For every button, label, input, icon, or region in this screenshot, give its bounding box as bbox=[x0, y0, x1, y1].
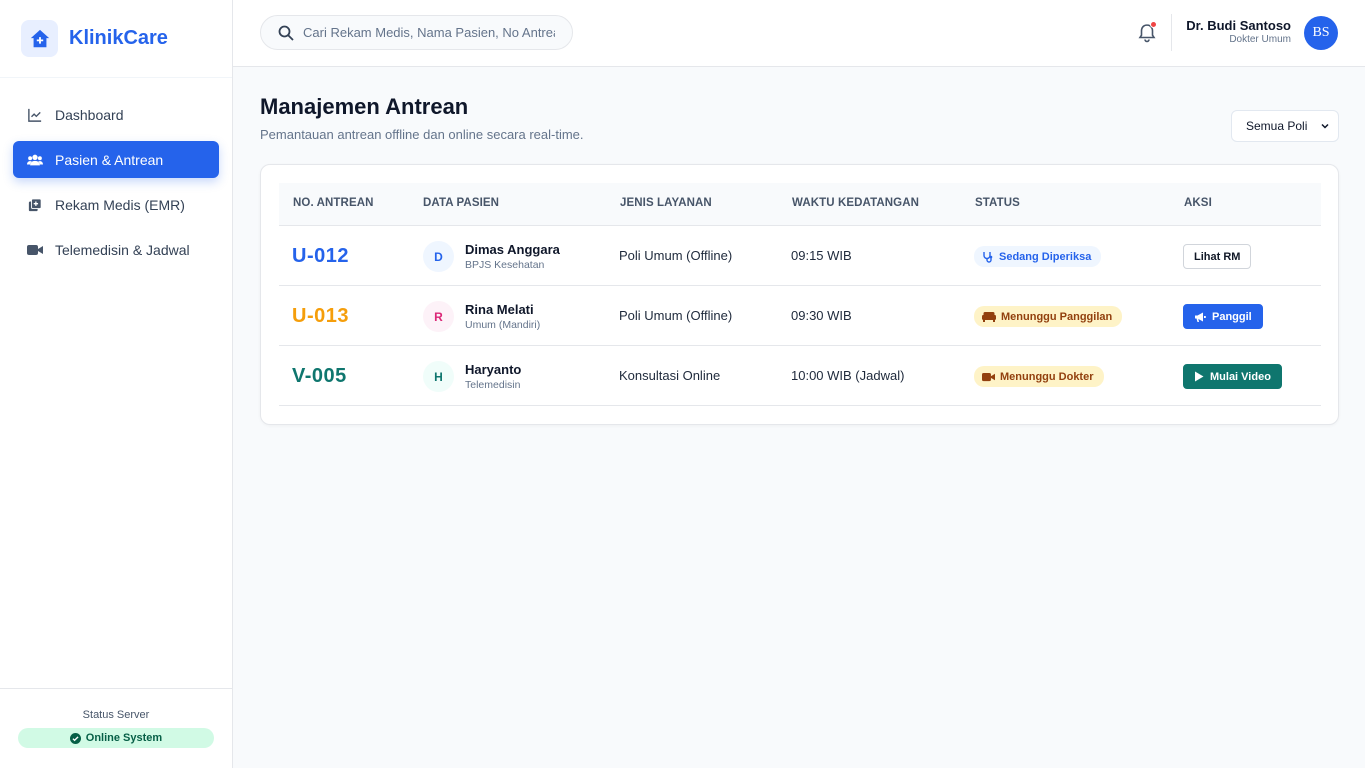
brand[interactable]: KlinikCare bbox=[0, 0, 232, 78]
queue-number: U-012 bbox=[292, 245, 349, 267]
mulai-video-button[interactable]: Mulai Video bbox=[1183, 364, 1282, 389]
sidebar-item-rekam-medis[interactable]: Rekam Medis (EMR) bbox=[13, 186, 219, 223]
video-camera-icon bbox=[982, 372, 995, 381]
arrival-time: 10:00 WIB (Jadwal) bbox=[791, 368, 905, 383]
top-header: Dr. Budi Santoso Dokter Umum BS bbox=[233, 0, 1365, 67]
medical-record-icon bbox=[27, 197, 43, 213]
check-circle-icon bbox=[69, 732, 81, 744]
service-type: Konsultasi Online bbox=[619, 368, 721, 383]
sidebar-item-label: Pasien & Antrean bbox=[55, 151, 164, 168]
arrival-time: 09:30 WIB bbox=[791, 308, 852, 323]
column-header-aksi: AKSI bbox=[1184, 197, 1212, 209]
table-row: U-013 R Rina Melati Umum (Mandiri) Poli … bbox=[279, 286, 1321, 346]
poli-filter-value: Semua Poli bbox=[1246, 119, 1308, 133]
patient-type: BPJS Kesehatan bbox=[465, 259, 545, 271]
status-text: Menunggu Dokter bbox=[1000, 370, 1094, 383]
server-status-label: Status Server bbox=[82, 709, 150, 721]
patient-avatar: H bbox=[423, 361, 454, 392]
house-plus-icon bbox=[21, 20, 58, 57]
button-label: Lihat RM bbox=[1194, 250, 1241, 263]
notification-button[interactable] bbox=[1136, 21, 1158, 44]
patient-avatar: R bbox=[423, 301, 454, 332]
poli-filter-select[interactable]: Semua Poli bbox=[1231, 110, 1339, 142]
play-icon bbox=[1195, 371, 1204, 382]
chart-line-icon bbox=[27, 107, 43, 123]
lihat-rm-button[interactable]: Lihat RM bbox=[1183, 244, 1252, 269]
status-badge: Menunggu Dokter bbox=[974, 366, 1104, 387]
status-badge: Sedang Diperiksa bbox=[974, 246, 1102, 267]
sidebar-item-label: Telemedisin & Jadwal bbox=[55, 241, 190, 258]
users-icon bbox=[27, 152, 43, 168]
patient-type: Telemedisin bbox=[465, 379, 521, 391]
page-subtitle: Pemantauan antrean offline dan online se… bbox=[260, 127, 584, 142]
column-header-jenis-layanan: JENIS LAYANAN bbox=[620, 197, 712, 209]
search-icon bbox=[278, 25, 294, 41]
server-status-badge: Online System bbox=[18, 728, 214, 748]
status-text: Sedang Diperiksa bbox=[999, 250, 1092, 263]
page-title: Manajemen Antrean bbox=[260, 94, 469, 119]
arrival-time: 09:15 WIB bbox=[791, 248, 852, 263]
button-label: Panggil bbox=[1212, 310, 1252, 323]
button-label: Mulai Video bbox=[1210, 370, 1271, 383]
panggil-button[interactable]: Panggil bbox=[1183, 304, 1263, 329]
queue-number: U-013 bbox=[292, 305, 349, 327]
service-type: Poli Umum (Offline) bbox=[619, 308, 733, 323]
avatar[interactable]: BS bbox=[1304, 16, 1338, 50]
chevron-down-icon bbox=[1321, 123, 1329, 129]
brand-name: KlinikCare bbox=[69, 27, 168, 49]
notification-dot bbox=[1150, 21, 1157, 28]
sidebar-item-pasien-antrean[interactable]: Pasien & Antrean bbox=[13, 141, 219, 178]
search-input[interactable] bbox=[303, 25, 555, 40]
table-header: NO. ANTREAN DATA PASIEN JENIS LAYANAN WA… bbox=[279, 183, 1321, 226]
sidebar-item-telemedisin[interactable]: Telemedisin & Jadwal bbox=[13, 231, 219, 268]
table-row: V-005 H Haryanto Telemedisin Konsultasi … bbox=[279, 346, 1321, 406]
header-divider bbox=[1171, 14, 1172, 51]
couch-icon bbox=[982, 312, 996, 322]
queue-table-card: NO. ANTREAN DATA PASIEN JENIS LAYANAN WA… bbox=[260, 164, 1339, 425]
service-type: Poli Umum (Offline) bbox=[619, 248, 733, 263]
column-header-waktu-kedatangan: WAKTU KEDATANGAN bbox=[792, 197, 920, 209]
patient-name: Haryanto bbox=[465, 362, 522, 377]
user-info[interactable]: Dr. Budi Santoso Dokter Umum bbox=[1183, 18, 1291, 45]
search-bar[interactable] bbox=[260, 15, 573, 50]
server-status-text: Online System bbox=[85, 732, 163, 744]
sidebar-item-dashboard[interactable]: Dashboard bbox=[13, 96, 219, 133]
user-role: Dokter Umum bbox=[1229, 34, 1291, 45]
user-name: Dr. Budi Santoso bbox=[1186, 18, 1291, 33]
patient-name: Dimas Anggara bbox=[465, 242, 560, 257]
patient-avatar: D bbox=[423, 241, 454, 272]
sidebar-item-label: Rekam Medis (EMR) bbox=[55, 196, 185, 213]
column-header-data-pasien: DATA PASIEN bbox=[423, 197, 500, 209]
table-row: U-012 D Dimas Anggara BPJS Kesehatan Pol… bbox=[279, 226, 1321, 286]
status-text: Menunggu Panggilan bbox=[1001, 310, 1113, 323]
patient-name: Rina Melati bbox=[465, 302, 534, 317]
stethoscope-icon bbox=[983, 251, 993, 263]
megaphone-icon bbox=[1195, 312, 1206, 322]
column-header-status: STATUS bbox=[975, 197, 1020, 209]
video-camera-icon bbox=[27, 242, 43, 258]
server-status: Status Server Online System bbox=[0, 688, 232, 768]
sidebar-item-label: Dashboard bbox=[55, 106, 124, 123]
column-header-no-antrean: NO. ANTREAN bbox=[293, 197, 374, 209]
status-badge: Menunggu Panggilan bbox=[974, 306, 1123, 327]
patient-type: Umum (Mandiri) bbox=[465, 319, 541, 331]
sidebar: KlinikCare Dashboard Pasien & Antrean Re… bbox=[0, 0, 233, 768]
sidebar-nav: Dashboard Pasien & Antrean Rekam Medis (… bbox=[0, 78, 232, 268]
queue-number: V-005 bbox=[292, 365, 347, 387]
